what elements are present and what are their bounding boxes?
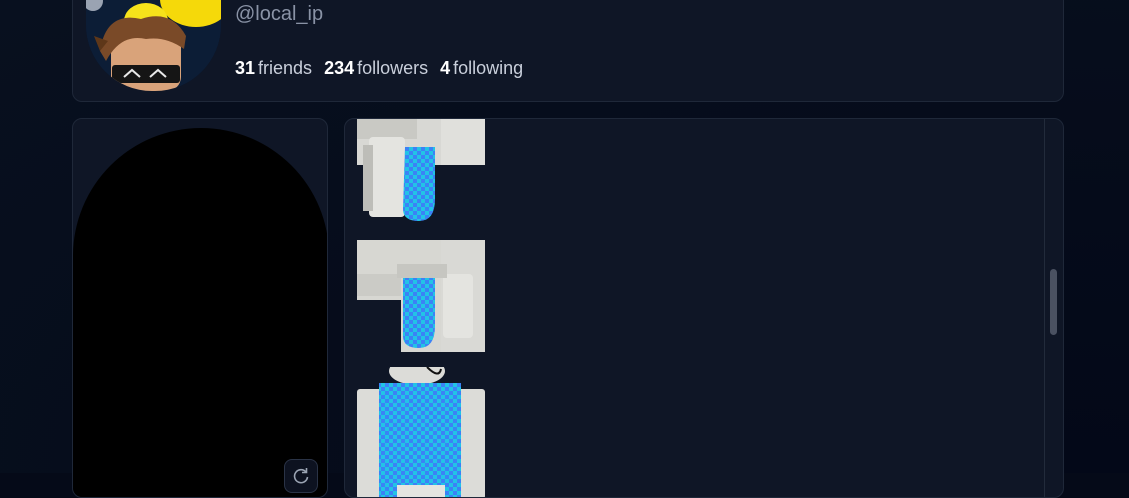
- pants-item-icon: [357, 240, 485, 352]
- scrollbar-thumb[interactable]: [1050, 269, 1057, 335]
- inventory-item[interactable]: [357, 240, 485, 352]
- scrollbar-track: [1044, 119, 1045, 497]
- avatar-viewer-card: [72, 118, 328, 498]
- rotate-button[interactable]: [284, 459, 318, 493]
- inventory-card: [344, 118, 1064, 498]
- stat-following[interactable]: 4 following: [440, 58, 523, 79]
- shirt-item-icon: [357, 367, 485, 497]
- stat-followers-label: followers: [357, 58, 429, 78]
- stat-followers-count: 234: [324, 58, 355, 78]
- stat-following-count: 4: [440, 58, 451, 78]
- avatar-headshot-icon: [86, 0, 221, 91]
- pants-item-icon: [357, 119, 485, 223]
- stat-friends[interactable]: 31 friends: [235, 58, 312, 79]
- profile-handle: @local_ip: [235, 3, 324, 25]
- avatar-viewer-canvas[interactable]: [73, 128, 327, 497]
- avatar[interactable]: [86, 0, 221, 91]
- inventory-item[interactable]: [357, 367, 485, 497]
- profile-header-card: @local_ip 31 friends 234 followers 4 follow…: [72, 0, 1064, 102]
- profile-stats: 31 friends 234 followers 4 following: [235, 58, 523, 79]
- stat-friends-count: 31: [235, 58, 256, 78]
- inventory-item[interactable]: [357, 119, 485, 223]
- stat-followers[interactable]: 234 followers: [324, 58, 428, 79]
- stat-friends-label: friends: [258, 58, 313, 78]
- stat-following-label: following: [453, 58, 524, 78]
- rotate-icon: [293, 468, 309, 484]
